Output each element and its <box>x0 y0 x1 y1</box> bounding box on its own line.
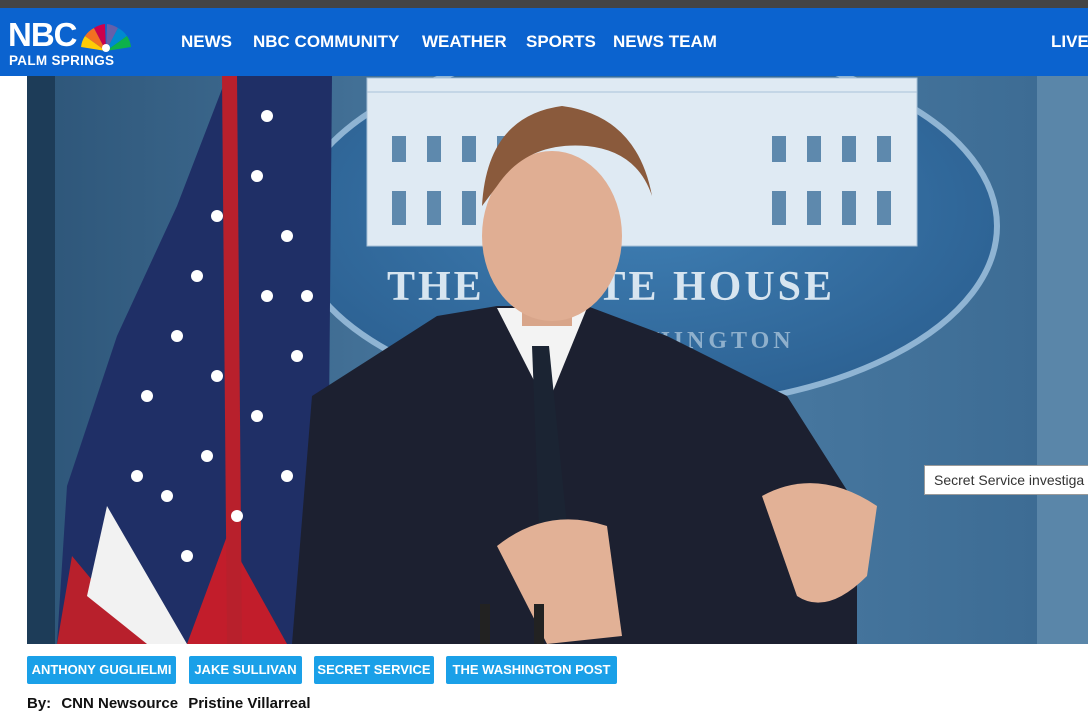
tag-secret-service[interactable]: SECRET SERVICE <box>314 656 434 684</box>
nav-live[interactable]: LIVE <box>1051 32 1088 52</box>
article-hero-image[interactable]: THE WHITE HOUSE WASHINGTON <box>27 76 1088 644</box>
nav-nbc-community[interactable]: NBC COMMUNITY <box>253 32 399 52</box>
nav-news[interactable]: NEWS <box>181 32 232 52</box>
nav-news-team[interactable]: NEWS TEAM <box>613 32 717 52</box>
hover-tooltip: Secret Service investiga <box>924 465 1088 495</box>
tag-anthony-guglielmi[interactable]: ANTHONY GUGLIELMI <box>27 656 176 684</box>
nav-sports[interactable]: SPORTS <box>526 32 596 52</box>
byline-author[interactable]: Pristine Villarreal <box>188 695 310 712</box>
browser-top-strip <box>0 0 1088 8</box>
logo-station-text: PALM SPRINGS <box>9 53 115 68</box>
nav-weather[interactable]: WEATHER <box>422 32 507 52</box>
nbc-palm-springs-logo[interactable]: NBC PALM SPRINGS <box>8 16 132 70</box>
article-byline: By: CNN Newsource Pristine Villarreal <box>27 694 317 714</box>
tag-the-washington-post[interactable]: THE WASHINGTON POST <box>446 656 617 684</box>
nbc-peacock-icon <box>81 24 131 52</box>
tag-jake-sullivan[interactable]: JAKE SULLIVAN <box>189 656 302 684</box>
logo-brand-text: NBC <box>8 16 77 53</box>
site-header: NBC PALM SPRINGS NEWS NBC COMMUNITY WEAT… <box>0 8 1088 76</box>
byline-author[interactable]: CNN Newsource <box>61 695 178 712</box>
byline-prefix: By: <box>27 695 52 712</box>
hero-image-illustration: THE WHITE HOUSE WASHINGTON <box>27 76 1088 644</box>
